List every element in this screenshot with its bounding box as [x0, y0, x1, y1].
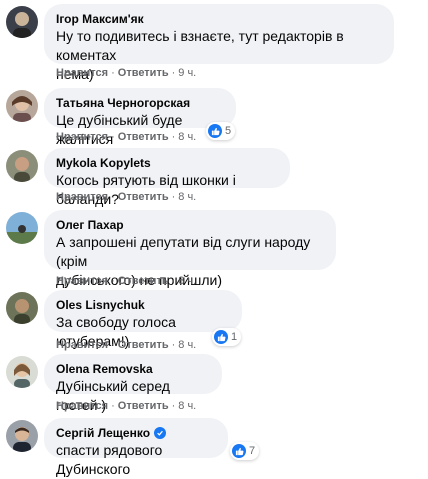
- comment: Татьяна Черногорская Це дубінський буде …: [0, 84, 428, 147]
- reply-link[interactable]: Ответить: [118, 67, 169, 79]
- comment-text-line: Ну то подивитесь і взнаєте, тут редактор…: [56, 28, 344, 63]
- like-link[interactable]: Нравится: [56, 400, 108, 412]
- separator: ·: [171, 131, 176, 143]
- timestamp[interactable]: 8 ч.: [178, 131, 196, 143]
- like-link[interactable]: Нравится: [56, 131, 108, 143]
- thumbs-up-icon: [208, 124, 222, 138]
- avatar[interactable]: [6, 6, 38, 38]
- reaction-count[interactable]: 1: [212, 328, 242, 346]
- timestamp[interactable]: 8 ч.: [178, 275, 196, 287]
- comment: Olena Removska Дубінський серед гостей )…: [0, 350, 428, 413]
- avatar[interactable]: [6, 90, 38, 122]
- comment: Олег Пахар А запрошені депутати від слуг…: [0, 204, 428, 288]
- timestamp[interactable]: 9 ч.: [178, 67, 196, 79]
- thumbs-up-icon: [232, 444, 246, 458]
- comment-bubble: Олег Пахар А запрошені депутати від слуг…: [44, 210, 336, 288]
- verified-badge-icon: [154, 427, 167, 439]
- comment-author[interactable]: Ігор Максим'як: [56, 11, 382, 27]
- separator: ·: [111, 191, 115, 203]
- timestamp[interactable]: 8 ч.: [178, 400, 196, 412]
- avatar[interactable]: [6, 292, 38, 324]
- comment-actions: Нравится · Ответить · 9 ч.: [56, 67, 196, 79]
- comment-bubble: Татьяна Черногорская Це дубінський буде …: [44, 88, 236, 147]
- reply-link[interactable]: Ответить: [118, 191, 169, 203]
- reply-link[interactable]: Ответить: [118, 275, 169, 287]
- reaction-count-value: 1: [231, 331, 238, 343]
- comment-text-line: А запрошені депутати від слуги народу (к…: [56, 234, 311, 269]
- reaction-count[interactable]: 5: [206, 122, 236, 140]
- comment-actions: Нравится · Ответить · 8 ч.: [56, 131, 196, 143]
- separator: ·: [111, 67, 115, 79]
- separator: ·: [111, 400, 115, 412]
- avatar[interactable]: [6, 150, 38, 182]
- thumbs-up-icon: [214, 330, 228, 344]
- comment: Mykola Kopylets Когось рятують від шконк…: [0, 144, 428, 207]
- like-link[interactable]: Нравится: [56, 275, 108, 287]
- avatar[interactable]: [6, 356, 38, 388]
- separator: ·: [171, 67, 176, 79]
- comment-author[interactable]: Oles Lisnychuk: [56, 297, 230, 313]
- like-link[interactable]: Нравится: [56, 191, 108, 203]
- comment-bubble: Olena Removska Дубінський серед гостей ): [44, 354, 222, 413]
- avatar[interactable]: [6, 420, 38, 452]
- comment-actions: Нравится · Ответить · 8 ч.: [56, 275, 196, 287]
- reaction-count-value: 5: [225, 125, 232, 137]
- comment-bubble: Сергій Лещенко спасти рядового Дубинског…: [44, 418, 228, 477]
- comment-bubble: Oles Lisnychuk За свободу голоса ютубера…: [44, 290, 242, 349]
- comment-author[interactable]: Татьяна Черногорская: [56, 95, 224, 111]
- comment-author[interactable]: Olena Removska: [56, 361, 210, 377]
- separator: ·: [111, 275, 115, 287]
- comment-bubble: Ігор Максим'як Ну то подивитесь і взнаєт…: [44, 4, 394, 82]
- comment-text-line: спасти рядового Дубинского: [56, 442, 163, 477]
- comment: Ігор Максим'як Ну то подивитесь і взнаєт…: [0, 0, 428, 84]
- comment-author[interactable]: Сергій Лещенко: [56, 425, 216, 441]
- separator: ·: [171, 275, 176, 287]
- reaction-count[interactable]: 7: [230, 442, 260, 460]
- comment-actions: Нравится · Ответить · 8 ч.: [56, 191, 196, 203]
- comment-author[interactable]: Олег Пахар: [56, 217, 324, 233]
- reply-link[interactable]: Ответить: [118, 400, 169, 412]
- comment-bubble: Mykola Kopylets Когось рятують від шконк…: [44, 148, 290, 207]
- like-link[interactable]: Нравится: [56, 67, 108, 79]
- separator: ·: [171, 191, 176, 203]
- reaction-count-value: 7: [249, 445, 256, 457]
- comment: Oles Lisnychuk За свободу голоса ютубера…: [0, 288, 428, 351]
- comment-actions: Нравится · Ответить · 8 ч.: [56, 400, 196, 412]
- timestamp[interactable]: 8 ч.: [178, 191, 196, 203]
- separator: ·: [171, 400, 176, 412]
- separator: ·: [111, 131, 115, 143]
- comment: Сергій Лещенко спасти рядового Дубинског…: [0, 412, 428, 477]
- reply-link[interactable]: Ответить: [118, 131, 169, 143]
- comment-author[interactable]: Mykola Kopylets: [56, 155, 278, 171]
- avatar[interactable]: [6, 212, 38, 244]
